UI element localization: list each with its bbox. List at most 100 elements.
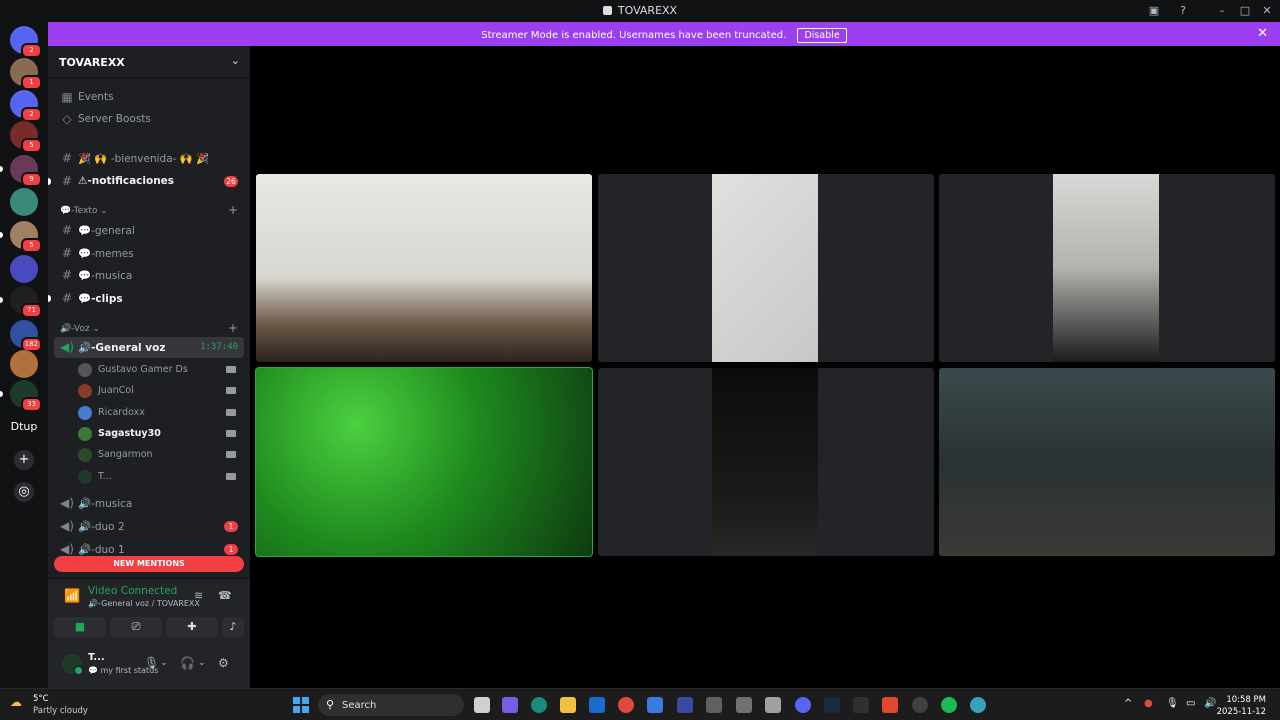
microphone-icon[interactable]: 🎙 <box>1166 698 1179 709</box>
channel-clips[interactable]: # 💬-clips <box>48 288 244 309</box>
video-tile-speaking[interactable] <box>255 367 593 557</box>
server-icon-10[interactable]: 182 <box>10 320 42 352</box>
server-icon-5[interactable]: 9 <box>10 155 42 187</box>
close-banner-icon[interactable]: ✕ <box>1257 26 1268 41</box>
channel-bienvenida[interactable]: # 🎉 🙌 -bienvenida- 🙌 🎉 <box>54 148 244 169</box>
voice-channel-general[interactable]: ◀) 🔊-General voz 1:37:40 <box>54 337 244 358</box>
channel-memes[interactable]: # 💬-memes <box>54 243 244 264</box>
server-icon-6[interactable] <box>10 188 38 216</box>
inbox-icon[interactable]: ▣ <box>1146 3 1162 19</box>
edge-icon[interactable] <box>531 697 547 713</box>
server-folder-label[interactable]: Dtup <box>0 420 48 433</box>
voice-status[interactable]: Video Connected <box>88 585 177 597</box>
maximize-button[interactable]: □ <box>1237 3 1253 19</box>
app-icon[interactable] <box>882 697 898 713</box>
headphones-icon[interactable]: 🎧 <box>180 656 195 670</box>
clock[interactable]: 10:58 PM 2025-11-12 <box>1217 694 1266 718</box>
gear-icon[interactable]: ⚙ <box>218 656 229 670</box>
voice-user[interactable]: Ricardoxx <box>76 403 240 423</box>
task-view-icon[interactable] <box>474 697 490 713</box>
server-icon-11[interactable] <box>10 350 38 378</box>
screen-share-button[interactable]: ⎚ <box>110 617 162 637</box>
category-texto[interactable]: 💬-Texto ⌄ <box>60 206 108 216</box>
store-icon[interactable] <box>647 697 663 713</box>
disconnect-icon[interactable]: ☎ <box>218 589 232 602</box>
chevron-up-icon[interactable]: ^ <box>1124 698 1132 709</box>
voice-user[interactable]: Sagastuy30 <box>76 424 240 444</box>
start-button[interactable] <box>293 697 309 713</box>
outlook-icon[interactable] <box>589 697 605 713</box>
server-boosts-item[interactable]: ◇ Server Boosts <box>54 109 244 130</box>
voice-user-name: Sagastuy30 <box>98 427 161 439</box>
server-icon-2[interactable]: 1 <box>10 58 42 90</box>
chevron-down-icon[interactable]: ⌄ <box>160 658 168 668</box>
app-icon[interactable] <box>677 697 693 713</box>
app-icon[interactable] <box>970 697 986 713</box>
channel-notificaciones[interactable]: # ⚠-notificaciones 26 <box>48 171 244 192</box>
chevron-down-icon[interactable]: ⌄ <box>198 658 206 668</box>
chrome-icon[interactable] <box>618 697 634 713</box>
events-item[interactable]: ▦ Events <box>54 87 244 108</box>
add-server-icon[interactable]: + <box>14 450 34 470</box>
channel-label: 💬-musica <box>78 270 133 282</box>
voice-user[interactable]: Gustavo Gamer Ds <box>76 360 240 380</box>
server-icon-8[interactable] <box>10 255 38 283</box>
weather-icon[interactable]: ☁ <box>10 695 22 709</box>
voice-channel-musica[interactable]: ◀) 🔊-musica <box>54 493 244 514</box>
avatar[interactable] <box>62 654 84 676</box>
tools-icon[interactable] <box>736 697 752 713</box>
server-icon-1[interactable]: 2 <box>10 26 42 58</box>
video-tile[interactable] <box>939 368 1275 556</box>
voice-user[interactable]: JuanCol <box>76 381 240 401</box>
video-tile[interactable] <box>598 174 934 362</box>
add-text-channel-icon[interactable]: + <box>228 203 238 217</box>
steam-icon[interactable] <box>824 697 840 713</box>
add-voice-channel-icon[interactable]: + <box>228 321 238 335</box>
voice-user[interactable]: T... <box>76 467 240 487</box>
chevron-down-icon[interactable]: ⌄ <box>231 54 240 67</box>
close-window-button[interactable]: ✕ <box>1259 3 1275 19</box>
disable-streamer-mode-button[interactable]: Disable <box>797 28 847 43</box>
discord-taskbar-icon[interactable] <box>795 697 811 713</box>
microphone-icon[interactable]: 🎙 <box>144 656 159 670</box>
server-icon-12[interactable]: 33 <box>10 380 42 412</box>
spotify-icon[interactable] <box>941 697 957 713</box>
channel-musica-text[interactable]: # 💬-musica <box>54 265 244 286</box>
new-mentions-button[interactable]: NEW MENTIONS <box>54 556 244 572</box>
minimize-button[interactable]: – <box>1214 3 1230 19</box>
server-icon-3[interactable]: 2 <box>10 90 42 122</box>
obs-icon[interactable] <box>912 697 928 713</box>
apps-grid-icon[interactable] <box>706 697 722 713</box>
taskbar-search[interactable]: ⚲ Search <box>318 694 464 716</box>
channel-general[interactable]: # 💬-general <box>54 220 244 241</box>
connection-signal-icon[interactable]: 📶 <box>64 589 80 604</box>
server-header[interactable]: TOVAREXX ⌄ <box>48 46 250 78</box>
tray-app-icon[interactable]: ● <box>1144 698 1153 709</box>
channel-label: 🔊-duo 2 <box>78 521 125 533</box>
server-icon-4[interactable]: 5 <box>10 121 42 153</box>
noise-suppression-icon[interactable]: ≋ <box>194 589 203 602</box>
volume-icon[interactable]: 🔊 <box>1204 698 1216 709</box>
file-explorer-icon[interactable] <box>560 697 576 713</box>
weather-temperature[interactable]: 5°C <box>33 694 49 704</box>
video-tile[interactable] <box>598 368 934 556</box>
soundboard-button[interactable]: ♪ <box>222 617 244 637</box>
discover-icon[interactable]: ◎ <box>14 482 34 502</box>
voice-location[interactable]: 🔊-General voz / TOVAREXX <box>88 599 200 608</box>
copilot-icon[interactable] <box>502 697 518 713</box>
app-icon[interactable] <box>853 697 869 713</box>
network-icon[interactable]: ▭ <box>1186 698 1195 709</box>
server-icon-9[interactable]: 71 <box>10 286 42 318</box>
camera-button[interactable]: ■ <box>54 617 106 637</box>
video-tile[interactable] <box>939 174 1275 362</box>
weather-condition[interactable]: Partly cloudy <box>33 706 88 716</box>
activities-button[interactable]: ✚ <box>166 617 218 637</box>
category-voz[interactable]: 🔊-Voz ⌄ <box>60 324 100 334</box>
help-icon[interactable]: ? <box>1175 3 1191 19</box>
voice-channel-duo-2[interactable]: ◀) 🔊-duo 2 1 <box>54 516 244 537</box>
video-tile[interactable] <box>256 174 592 362</box>
user-name[interactable]: T... <box>88 652 105 663</box>
server-icon-7[interactable]: 5 <box>10 221 42 253</box>
voice-user[interactable]: Sangarmon <box>76 445 240 465</box>
notepad-icon[interactable] <box>765 697 781 713</box>
